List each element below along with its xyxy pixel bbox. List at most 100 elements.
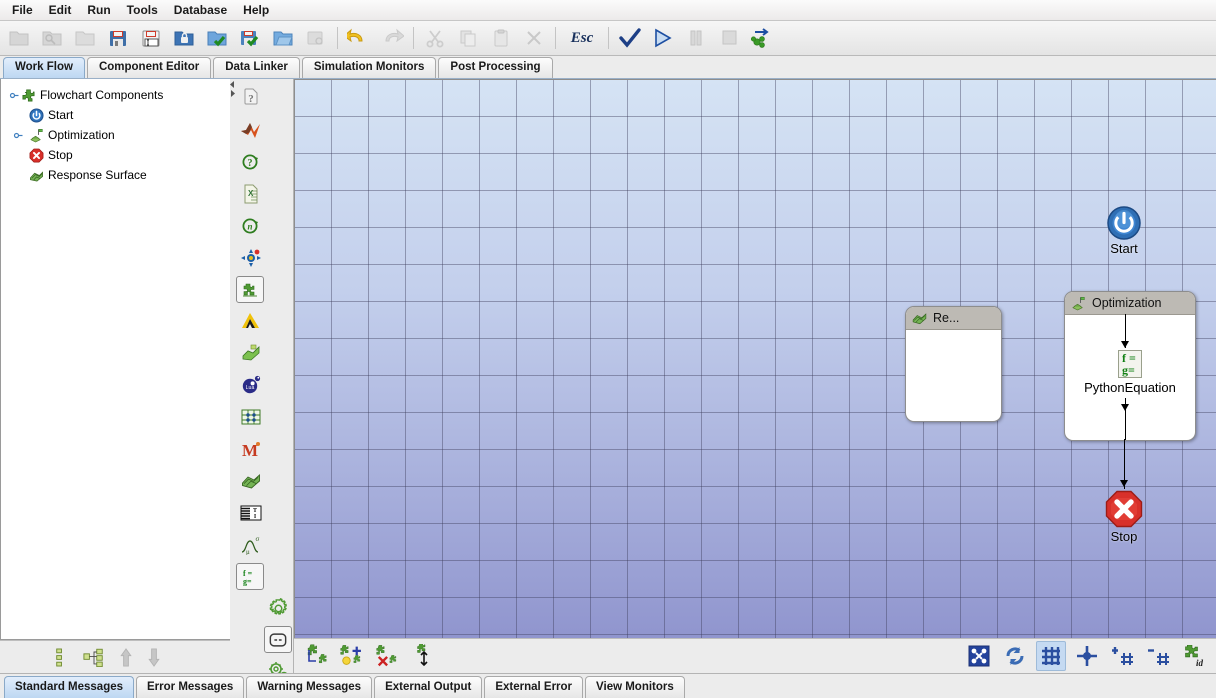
save-as-icon[interactable]	[135, 22, 167, 54]
amesim-icon[interactable]	[235, 305, 266, 337]
gears-icon[interactable]	[264, 655, 293, 673]
response-surface-icon	[29, 168, 44, 183]
run-component-icon[interactable]	[746, 22, 778, 54]
matlab-icon[interactable]	[235, 114, 266, 146]
svg-text:μ: μ	[246, 548, 250, 555]
stop-icon[interactable]	[713, 22, 745, 54]
canvas-toolbar-left	[302, 641, 440, 671]
splitter-collapse-left-icon[interactable]	[230, 81, 235, 88]
undo-icon[interactable]	[343, 22, 375, 54]
tree-node-response-surface[interactable]: Response Surface	[3, 165, 230, 185]
main-toolbar: Esc	[0, 21, 1216, 56]
splitter-collapse-right-icon[interactable]	[230, 90, 235, 97]
show-ids-icon[interactable]: id	[1180, 641, 1210, 671]
response-surface-group[interactable]: Re...	[905, 306, 1002, 422]
menu-file[interactable]: File	[4, 1, 41, 19]
open-checked-icon[interactable]	[201, 22, 233, 54]
remove-component-icon[interactable]	[374, 641, 404, 671]
btab-warning-messages[interactable]: Warning Messages	[246, 676, 373, 698]
new-icon[interactable]	[3, 22, 35, 54]
menu-tools[interactable]: Tools	[119, 1, 166, 19]
menu-edit[interactable]: Edit	[41, 1, 80, 19]
stop-node[interactable]: Stop	[1093, 490, 1155, 544]
response-surface-group-header[interactable]: Re...	[906, 307, 1001, 330]
snap-to-grid-icon[interactable]	[1072, 641, 1102, 671]
maple-icon[interactable]: M	[235, 433, 266, 465]
cut-icon[interactable]	[419, 22, 451, 54]
tree-label-response-surface: Response Surface	[48, 168, 147, 182]
scilab-icon[interactable]	[235, 242, 266, 274]
help-unknown-icon[interactable]: ?	[235, 82, 266, 114]
pane-splitter[interactable]	[230, 79, 235, 673]
fit-to-screen-icon[interactable]	[964, 641, 994, 671]
tree-label-start: Start	[48, 108, 74, 122]
refresh-icon[interactable]	[1000, 641, 1030, 671]
loop-n-icon[interactable]: n	[235, 210, 266, 242]
gear-icon[interactable]	[264, 592, 293, 624]
align-vertical-icon[interactable]	[410, 641, 440, 671]
run-icon[interactable]	[647, 22, 679, 54]
tree-expand-handle-optimization[interactable]	[13, 130, 24, 141]
workflow-canvas[interactable]: Re... Start Optimization f = g= PythonEq…	[294, 79, 1216, 638]
pause-icon[interactable]	[680, 22, 712, 54]
copy-icon[interactable]	[452, 22, 484, 54]
python-equation-label: PythonEquation	[1084, 380, 1176, 395]
menu-run[interactable]: Run	[79, 1, 118, 19]
tree-expand-handle-root[interactable]	[9, 90, 20, 101]
btab-error-messages[interactable]: Error Messages	[136, 676, 245, 698]
tab-simulation-monitors[interactable]: Simulation Monitors	[301, 57, 437, 78]
save-icon[interactable]	[102, 22, 134, 54]
save-disabled-icon[interactable]	[300, 22, 332, 54]
tree-node-optimization[interactable]: Optimization	[3, 125, 230, 145]
start-node[interactable]: Start	[1093, 206, 1155, 256]
optimization-group-header[interactable]: Optimization	[1065, 292, 1195, 315]
tab-data-linker[interactable]: Data Linker	[213, 57, 300, 78]
grid-points-icon[interactable]	[235, 401, 266, 433]
move-up-icon[interactable]	[119, 647, 133, 667]
doe-icon[interactable]	[235, 337, 266, 369]
tab-work-flow[interactable]: Work Flow	[3, 57, 85, 78]
grid-increase-icon[interactable]	[1108, 641, 1138, 671]
menu-help[interactable]: Help	[235, 1, 277, 19]
optimization-group[interactable]: Optimization f = g= PythonEquation	[1064, 291, 1196, 441]
tab-component-editor[interactable]: Component Editor	[86, 57, 212, 78]
python-equation-node[interactable]: f = g= PythonEquation	[1065, 349, 1195, 395]
btab-view-monitors[interactable]: View Monitors	[585, 676, 685, 698]
response-surface-icon[interactable]	[235, 465, 266, 497]
grid-decrease-icon[interactable]	[1144, 641, 1174, 671]
add-component-icon[interactable]	[338, 641, 368, 671]
flowchart-tree[interactable]: Flowchart Components Start Optimization …	[0, 79, 230, 640]
toggle-grid-icon[interactable]	[1036, 641, 1066, 671]
escape-button[interactable]: Esc	[561, 22, 603, 54]
lua-icon[interactable]: Lua	[235, 369, 266, 401]
subflow-icon[interactable]	[264, 626, 292, 653]
lock-icon[interactable]	[168, 22, 200, 54]
tree-node-stop[interactable]: Stop	[3, 145, 230, 165]
dakota-icon[interactable]	[236, 276, 264, 303]
save-checked-icon[interactable]	[234, 22, 266, 54]
redo-icon[interactable]	[376, 22, 408, 54]
tree-node-start[interactable]: Start	[3, 105, 230, 125]
btab-standard-messages[interactable]: Standard Messages	[4, 676, 135, 698]
validate-icon[interactable]	[614, 22, 646, 54]
loop-question-icon[interactable]: ?	[235, 146, 266, 178]
statistics-icon[interactable]: σ μ	[235, 529, 266, 561]
btab-external-error[interactable]: External Error	[484, 676, 584, 698]
tree-node-root[interactable]: Flowchart Components	[3, 85, 230, 105]
open-icon[interactable]	[69, 22, 101, 54]
move-down-icon[interactable]	[147, 647, 161, 667]
tab-post-processing[interactable]: Post Processing	[438, 57, 553, 78]
expand-tree-icon[interactable]	[83, 648, 105, 667]
text-file-icon[interactable]: T I	[235, 497, 266, 529]
equation-icon[interactable]: f = g=	[236, 563, 264, 590]
new-from-template-icon[interactable]	[36, 22, 68, 54]
btab-external-output[interactable]: External Output	[374, 676, 483, 698]
delete-icon[interactable]	[518, 22, 550, 54]
menu-database[interactable]: Database	[166, 1, 235, 19]
excel-icon[interactable]: X	[235, 178, 266, 210]
add-branch-icon[interactable]	[302, 641, 332, 671]
optimization-icon	[29, 128, 44, 143]
open-folder-icon[interactable]	[267, 22, 299, 54]
collapse-list-icon[interactable]	[52, 648, 69, 667]
paste-icon[interactable]	[485, 22, 517, 54]
